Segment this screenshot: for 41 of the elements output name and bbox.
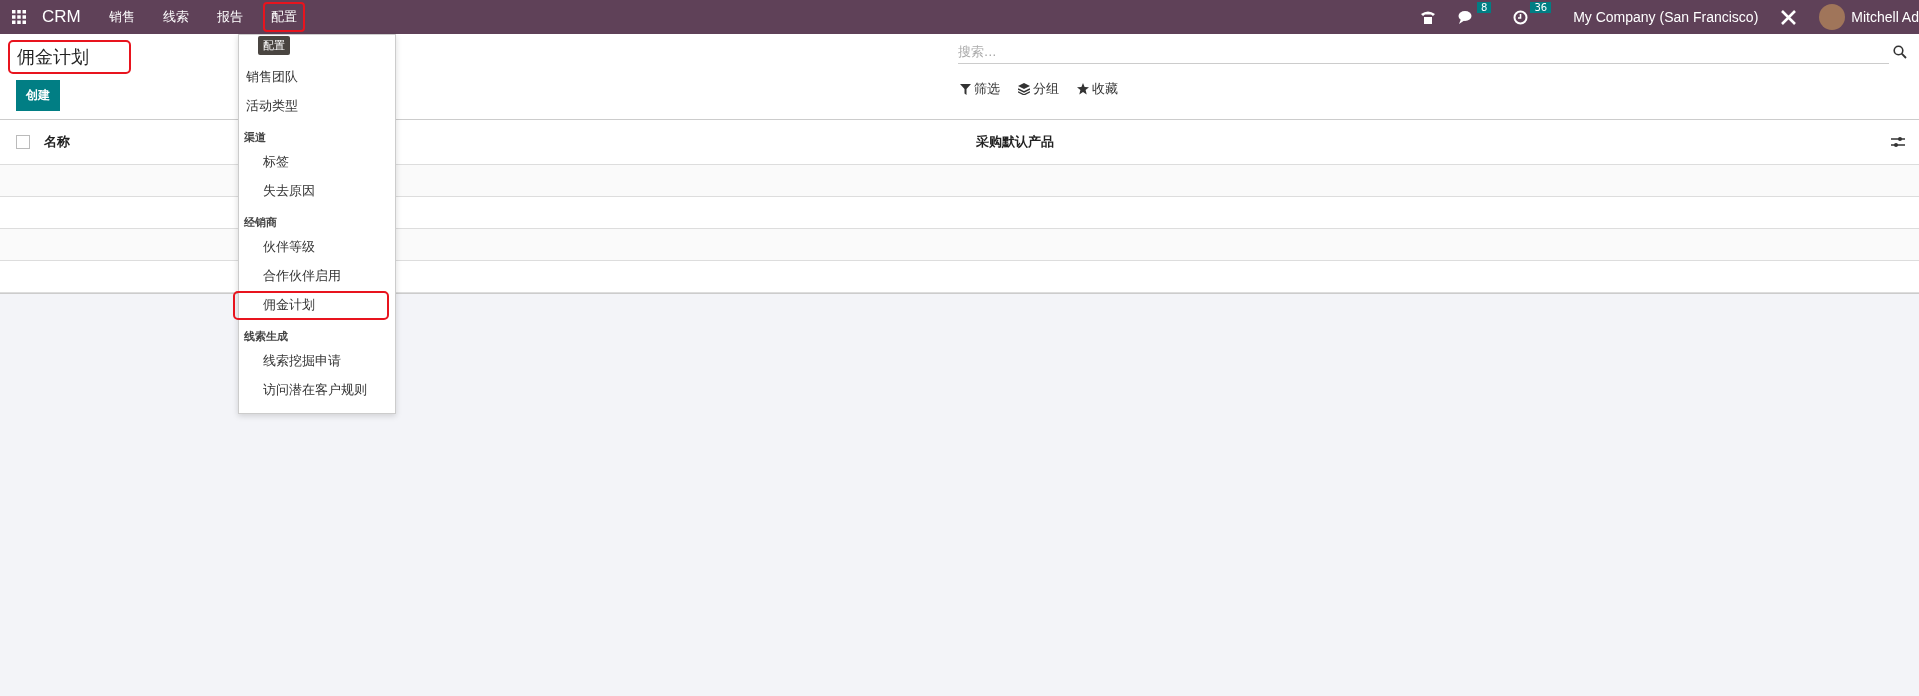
message-count-badge: 8 — [1477, 1, 1492, 13]
dropdown-menu-item[interactable]: 伙伴等级 — [233, 233, 389, 262]
tooltip: 配置 — [258, 36, 290, 55]
column-header[interactable]: 采购默认产品 — [976, 133, 1054, 151]
search-field[interactable]: 搜索... — [958, 40, 1889, 64]
dropdown-menu-item[interactable]: 访问潜在客户规则 — [233, 376, 389, 405]
dropdown-menu-item[interactable]: 失去原因 — [233, 177, 389, 206]
user-name: Mitchell Ad — [1851, 9, 1919, 25]
select-all-checkbox[interactable] — [16, 135, 30, 149]
menu-section-header: 线索生成 — [243, 329, 289, 345]
nav-menu-item[interactable]: 配置 — [262, 2, 305, 32]
dropdown-menu-item[interactable]: 活动类型 — [233, 92, 389, 121]
phone-icon[interactable] — [1420, 9, 1436, 25]
dropdown-menu-item[interactable]: 佣金计划 — [233, 291, 389, 320]
star-icon — [1077, 83, 1089, 95]
company-switcher[interactable]: My Company (San Francisco) — [1573, 9, 1759, 25]
search-option-button[interactable]: 分组 — [1016, 78, 1061, 100]
search-option-button[interactable]: 收藏 — [1075, 78, 1120, 100]
column-header[interactable]: 名称 — [44, 133, 70, 151]
clock-icon[interactable] — [1513, 9, 1529, 25]
create-button[interactable]: 创建 — [16, 80, 60, 111]
nav-menu-item[interactable]: 销售 — [100, 2, 143, 32]
nav-menu-item[interactable]: 报告 — [208, 2, 251, 32]
app-grid-icon[interactable] — [12, 10, 26, 24]
dropdown-menu-item[interactable]: 合作伙伴启用 — [233, 262, 389, 291]
search-option-button[interactable]: 筛选 — [958, 78, 1002, 100]
page-title: 佣金计划 — [8, 40, 131, 74]
menu-section-header: 渠道 — [243, 130, 267, 146]
user-menu[interactable]: Mitchell Ad — [1819, 4, 1919, 30]
nav-menu-item[interactable]: 线索 — [154, 2, 197, 32]
column-settings-icon[interactable] — [1891, 136, 1905, 148]
dropdown-menu-item[interactable]: 线索挖掘申请 — [233, 347, 389, 376]
avatar-circle — [1819, 4, 1846, 30]
dropdown-menu-item[interactable]: 销售团队 — [233, 63, 389, 92]
filter-icon — [960, 83, 971, 95]
layers-icon — [1018, 83, 1030, 95]
app-name[interactable]: CRM — [42, 7, 81, 27]
menu-section-header: 经销商 — [243, 215, 278, 231]
search-icon[interactable] — [1893, 45, 1907, 59]
dropdown-menu-item[interactable]: 标签 — [233, 148, 389, 177]
activity-count-badge: 36 — [1530, 1, 1552, 13]
